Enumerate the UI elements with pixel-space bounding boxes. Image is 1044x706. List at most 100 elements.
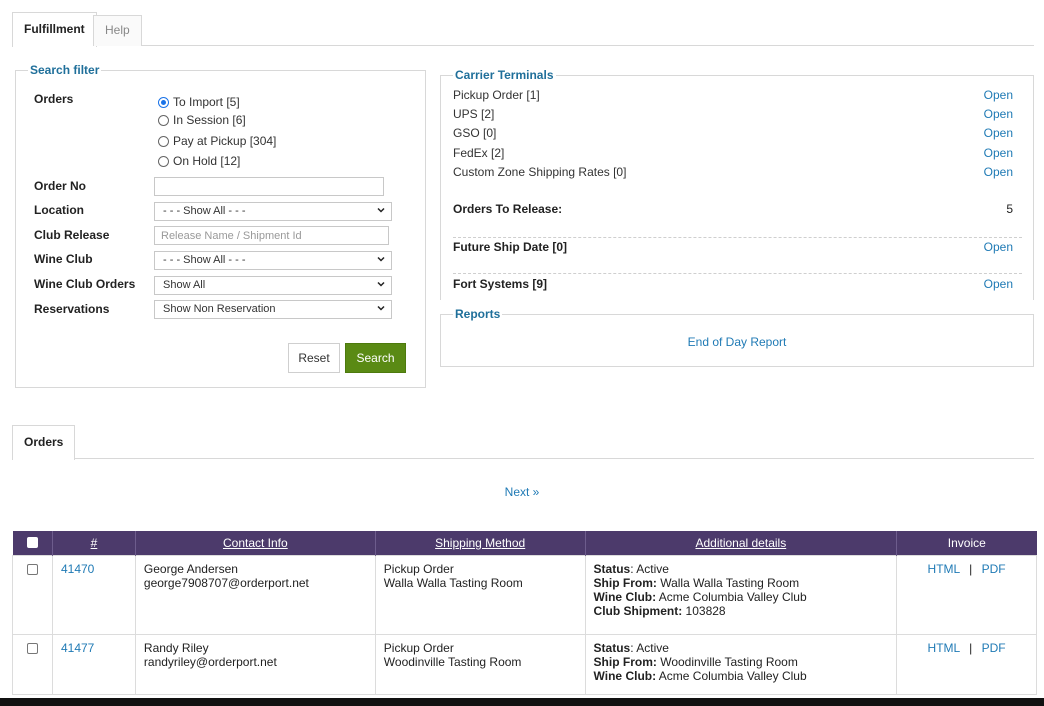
carrier-label: Custom Zone Shipping Rates [0] — [453, 165, 627, 179]
future-ship-label: Future Ship Date [0] — [453, 240, 568, 254]
location-label: Location — [34, 203, 84, 217]
orders-label: Orders — [34, 92, 74, 106]
divider — [453, 237, 1022, 238]
row-select-cell — [12, 554, 53, 635]
open-link[interactable]: Open — [984, 106, 1013, 122]
contact-email: george7908707@orderport.net — [143, 575, 309, 590]
reservations-label: Reservations — [34, 302, 110, 316]
chevron-down-icon — [377, 305, 385, 311]
end-of-day-report-link[interactable]: End of Day Report — [441, 335, 1033, 349]
wine-club-select[interactable]: - - - Show All - - - — [154, 251, 392, 270]
wine-club-line: Wine Club: Acme Columbia Valley Club — [594, 590, 889, 604]
contact-name: George Andersen — [143, 561, 238, 576]
shipping-location: Walla Walla Tasting Room — [383, 575, 523, 590]
radio-icon[interactable] — [158, 135, 169, 147]
ship-from-label: Ship From: — [593, 654, 657, 669]
club-release-input[interactable] — [154, 226, 389, 245]
order-number-link[interactable]: 41477 — [61, 641, 94, 655]
order-number-cell: 41477 — [51, 633, 136, 695]
status-label: Status — [593, 640, 631, 655]
select-all-checkbox[interactable] — [26, 536, 38, 548]
ship-from-label: Ship From: — [593, 575, 657, 590]
shipping-method-cell: Pickup Order Woodinville Tasting Room — [374, 633, 586, 695]
invoice-html-link[interactable]: HTML — [928, 641, 960, 655]
orders-to-release-label: Orders To Release: — [453, 202, 563, 216]
table-header-row: # Contact Info Shipping Method Additiona… — [12, 531, 1037, 555]
additional-details-cell: Status: Active Ship From: Woodinville Ta… — [584, 633, 898, 695]
contact-name: Randy Riley — [143, 640, 209, 655]
wine-club-detail-value: Acme Columbia Valley Club — [656, 668, 807, 683]
open-link[interactable]: Open — [984, 125, 1013, 141]
open-link[interactable]: Open — [984, 87, 1013, 103]
order-no-input[interactable] — [154, 177, 384, 196]
carrier-label: GSO [0] — [453, 126, 497, 140]
radio-selected-icon[interactable] — [158, 96, 169, 108]
top-tabbar: Fulfillment Help — [12, 12, 1034, 47]
wine-club-orders-select[interactable]: Show All — [154, 276, 392, 295]
invoice-separator: | — [969, 561, 973, 576]
orders-table: # Contact Info Shipping Method Additiona… — [12, 531, 1037, 695]
carrier-row-fedex: FedEx [2] Open — [453, 145, 1013, 161]
shipping-method-cell: Pickup Order Walla Walla Tasting Room — [374, 554, 586, 635]
location-select[interactable]: - - - Show All - - - — [154, 202, 392, 221]
radio-to-import[interactable]: To Import [5] — [158, 94, 240, 110]
search-button[interactable]: Search — [345, 343, 406, 373]
row-checkbox[interactable] — [26, 642, 38, 654]
row-select-cell — [12, 633, 53, 695]
wine-club-detail-value: Acme Columbia Valley Club — [656, 589, 807, 604]
carrier-row-ups: UPS [2] Open — [453, 106, 1013, 122]
order-number-link[interactable]: 41470 — [61, 562, 94, 576]
header-number[interactable]: # — [52, 531, 136, 555]
chevron-down-icon — [377, 256, 385, 262]
order-no-label: Order No — [34, 179, 87, 193]
invoice-pdf-link[interactable]: PDF — [982, 562, 1006, 576]
radio-icon[interactable] — [158, 155, 169, 167]
shipping-location: Woodinville Tasting Room — [383, 654, 522, 669]
reset-button[interactable]: Reset — [288, 343, 340, 373]
status-line: Status: Active — [594, 562, 889, 576]
status-label: Status — [593, 561, 631, 576]
ship-from-line: Ship From: Woodinville Tasting Room — [594, 655, 889, 669]
tab-orders[interactable]: Orders — [12, 425, 76, 460]
radio-label: On Hold [12] — [173, 154, 241, 168]
header-additional-details[interactable]: Additional details — [585, 531, 898, 555]
radio-on-hold[interactable]: On Hold [12] — [158, 153, 240, 169]
divider — [453, 273, 1022, 274]
wine-club-orders-label: Wine Club Orders — [34, 277, 136, 291]
wine-club-detail-label: Wine Club: — [593, 589, 657, 604]
carrier-terminals-legend: Carrier Terminals — [453, 68, 556, 82]
radio-in-session[interactable]: In Session [6] — [158, 112, 246, 128]
radio-pay-at-pickup[interactable]: Pay at Pickup [304] — [158, 133, 276, 149]
open-link[interactable]: Open — [984, 145, 1013, 161]
ship-from-value: Woodinville Tasting Room — [656, 654, 798, 669]
reports-panel: Reports End of Day Report — [440, 307, 1034, 367]
row-checkbox[interactable] — [26, 563, 38, 575]
open-link[interactable]: Open — [984, 239, 1013, 255]
ship-from-line: Ship From: Walla Walla Tasting Room — [594, 576, 889, 590]
contact-email: randyriley@orderport.net — [143, 654, 277, 669]
header-shipping-method[interactable]: Shipping Method — [375, 531, 586, 555]
header-contact-info[interactable]: Contact Info — [135, 531, 376, 555]
orders-to-release-value: 5 — [1006, 202, 1013, 216]
carrier-row-gso: GSO [0] Open — [453, 125, 1013, 141]
header-invoice: Invoice — [896, 531, 1037, 555]
reservations-select[interactable]: Show Non Reservation — [154, 300, 392, 319]
tab-fulfillment[interactable]: Fulfillment — [12, 12, 97, 47]
invoice-html-link[interactable]: HTML — [928, 562, 960, 576]
tab-help[interactable]: Help — [93, 15, 142, 46]
status-line: Status: Active — [594, 641, 889, 655]
select-all-header — [12, 531, 53, 555]
order-number-cell: 41470 — [51, 554, 136, 635]
radio-icon[interactable] — [158, 114, 169, 126]
open-link[interactable]: Open — [984, 276, 1013, 292]
status-value: : Active — [630, 640, 669, 655]
chevron-down-icon — [377, 281, 385, 287]
table-row: 41470 George Andersen george7908707@orde… — [12, 554, 1037, 635]
additional-details-cell: Status: Active Ship From: Walla Walla Ta… — [584, 554, 898, 635]
pager-next-link[interactable]: Next » — [0, 485, 1044, 499]
wine-club-select-value: - - - Show All - - - — [163, 254, 246, 266]
chevron-down-icon — [377, 207, 385, 213]
invoice-pdf-link[interactable]: PDF — [982, 641, 1006, 655]
open-link[interactable]: Open — [984, 164, 1013, 180]
club-shipment-line: Club Shipment: 103828 — [594, 604, 889, 618]
